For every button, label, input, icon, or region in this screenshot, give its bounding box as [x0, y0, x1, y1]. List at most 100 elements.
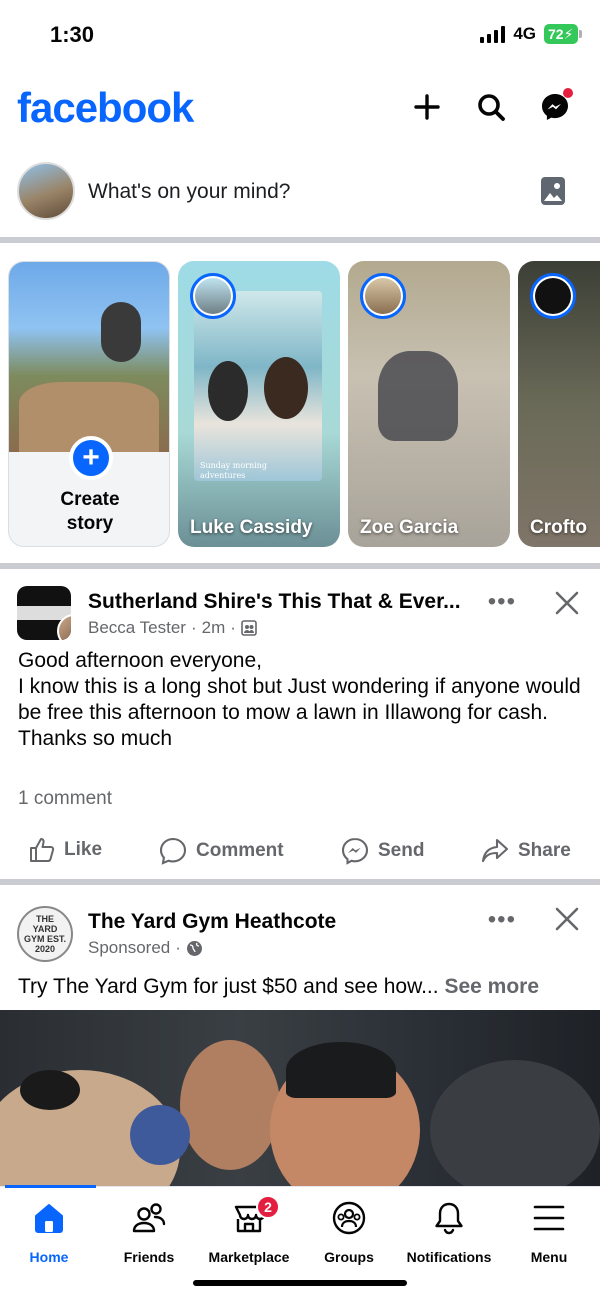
hide-ad-button[interactable] [554, 906, 580, 937]
post-text: Good afternoon everyone, I know this is … [18, 648, 582, 752]
signal-icon [480, 25, 506, 43]
avatar [190, 273, 236, 319]
create-story-label: Create story [9, 488, 169, 536]
add-photo-button[interactable] [540, 176, 566, 211]
post-line: I know this is a long shot but Just wond… [18, 675, 581, 724]
composer-placeholder[interactable]: What's on your mind? [88, 180, 290, 204]
notification-dot [563, 88, 573, 98]
messenger-button[interactable] [536, 88, 574, 126]
section-divider [0, 563, 600, 569]
create-button[interactable] [408, 88, 446, 126]
page-logo-text: THE YARD GYM EST. 2020 [23, 914, 66, 954]
tab-groups[interactable]: Groups [294, 1199, 404, 1265]
comment-count[interactable]: 1 comment [18, 788, 112, 810]
tab-groups-label: Groups [324, 1249, 374, 1265]
messenger-icon [341, 837, 369, 865]
tab-notifications[interactable]: Notifications [394, 1199, 504, 1265]
app-header: facebook [0, 78, 600, 138]
story-author: Luke Cassidy [190, 517, 313, 538]
ad-text: Try The Yard Gym for just $50 and see ho… [18, 974, 582, 1000]
post-time[interactable]: 2m [202, 618, 226, 638]
comment-icon [159, 837, 187, 865]
network-type: 4G [513, 24, 536, 43]
post-meta: Sponsored · [88, 938, 203, 958]
meta-separator: · [230, 618, 236, 637]
search-button[interactable] [472, 88, 510, 126]
page-name[interactable]: The Yard Gym Heathcote [88, 910, 336, 934]
post-actions: Like Comment Send Share [0, 836, 600, 870]
add-story-icon[interactable]: + [69, 436, 113, 480]
status-bar: 1:30 4G 72 ⚡ [0, 0, 600, 70]
create-story-card[interactable]: + Create story [8, 261, 170, 547]
friends-icon [94, 1199, 204, 1237]
tab-marketplace[interactable]: 2 Marketplace [194, 1195, 304, 1265]
story-card[interactable]: Sunday morning adventures Luke Cassidy [178, 261, 340, 547]
group-name[interactable]: Sutherland Shire's This That & Ever... [88, 590, 461, 614]
status-indicators: 4G 72 ⚡ [480, 24, 582, 44]
share-label: Share [518, 840, 571, 861]
more-options-icon[interactable]: ••• [488, 588, 516, 616]
tab-home-label: Home [29, 1249, 69, 1265]
story-author: Crofto [530, 517, 587, 538]
close-icon [555, 591, 579, 615]
tab-friends[interactable]: Friends [94, 1199, 204, 1265]
avatar [530, 273, 576, 319]
story-card[interactable]: Zoe Garcia [348, 261, 510, 547]
post-meta: Becca Tester · 2m · [88, 618, 257, 638]
group-audience-icon [241, 620, 257, 636]
tab-notifications-label: Notifications [406, 1249, 492, 1265]
comment-label: Comment [196, 840, 284, 861]
battery-level: 72 [548, 26, 564, 42]
avatar[interactable] [17, 162, 75, 220]
status-time: 1:30 [50, 22, 95, 47]
facebook-logo[interactable]: facebook [17, 84, 194, 132]
bell-icon [394, 1199, 504, 1237]
ad-video[interactable] [0, 1010, 600, 1188]
groups-icon [294, 1199, 404, 1237]
photo-icon [541, 177, 565, 205]
story-photo: Sunday morning adventures [194, 291, 322, 481]
search-icon [478, 94, 505, 121]
like-label: Like [64, 839, 103, 860]
hide-post-button[interactable] [554, 590, 580, 621]
send-label: Send [378, 840, 425, 861]
tab-home[interactable]: Home [0, 1199, 104, 1265]
active-tab-indicator [5, 1185, 96, 1188]
tab-marketplace-label: Marketplace [208, 1249, 290, 1265]
section-divider [0, 237, 600, 243]
more-options-icon[interactable]: ••• [488, 906, 516, 934]
home-indicator[interactable] [193, 1280, 407, 1286]
close-icon [555, 907, 579, 931]
section-divider [0, 879, 600, 885]
marketplace-icon: 2 [194, 1195, 304, 1237]
comment-button[interactable]: Comment [158, 836, 284, 866]
story-caption: Sunday morning adventures [200, 461, 267, 480]
like-button[interactable]: Like [28, 836, 102, 864]
post-composer[interactable]: What's on your mind? [0, 160, 600, 226]
page-avatar[interactable]: THE YARD GYM EST. 2020 [17, 906, 73, 962]
tab-friends-label: Friends [123, 1249, 175, 1265]
meta-separator: · [190, 618, 197, 637]
share-button[interactable]: Share [480, 836, 571, 866]
marketplace-badge: 2 [256, 1195, 280, 1219]
sponsored-label[interactable]: Sponsored [88, 938, 170, 958]
create-story-text: Create story [60, 489, 120, 534]
send-button[interactable]: Send [340, 836, 424, 866]
story-card[interactable]: Crofto [518, 261, 600, 547]
battery-icon: 72 ⚡ [544, 24, 582, 44]
author-name[interactable]: Becca Tester [88, 618, 186, 638]
story-photo [378, 351, 458, 441]
meta-separator: · [175, 938, 181, 957]
menu-icon [494, 1199, 600, 1237]
globe-icon [186, 940, 202, 956]
group-avatar[interactable] [17, 586, 71, 640]
share-icon [481, 838, 509, 863]
see-more-link[interactable]: See more [444, 975, 539, 998]
tab-menu[interactable]: Menu [494, 1199, 600, 1265]
ad-copy: Try The Yard Gym for just $50 and see ho… [18, 975, 439, 998]
tab-menu-label: Menu [530, 1249, 568, 1265]
story-preview-image [9, 262, 169, 452]
home-icon [0, 1199, 104, 1237]
post-line: Thanks so much [18, 727, 173, 750]
like-icon [30, 838, 55, 862]
